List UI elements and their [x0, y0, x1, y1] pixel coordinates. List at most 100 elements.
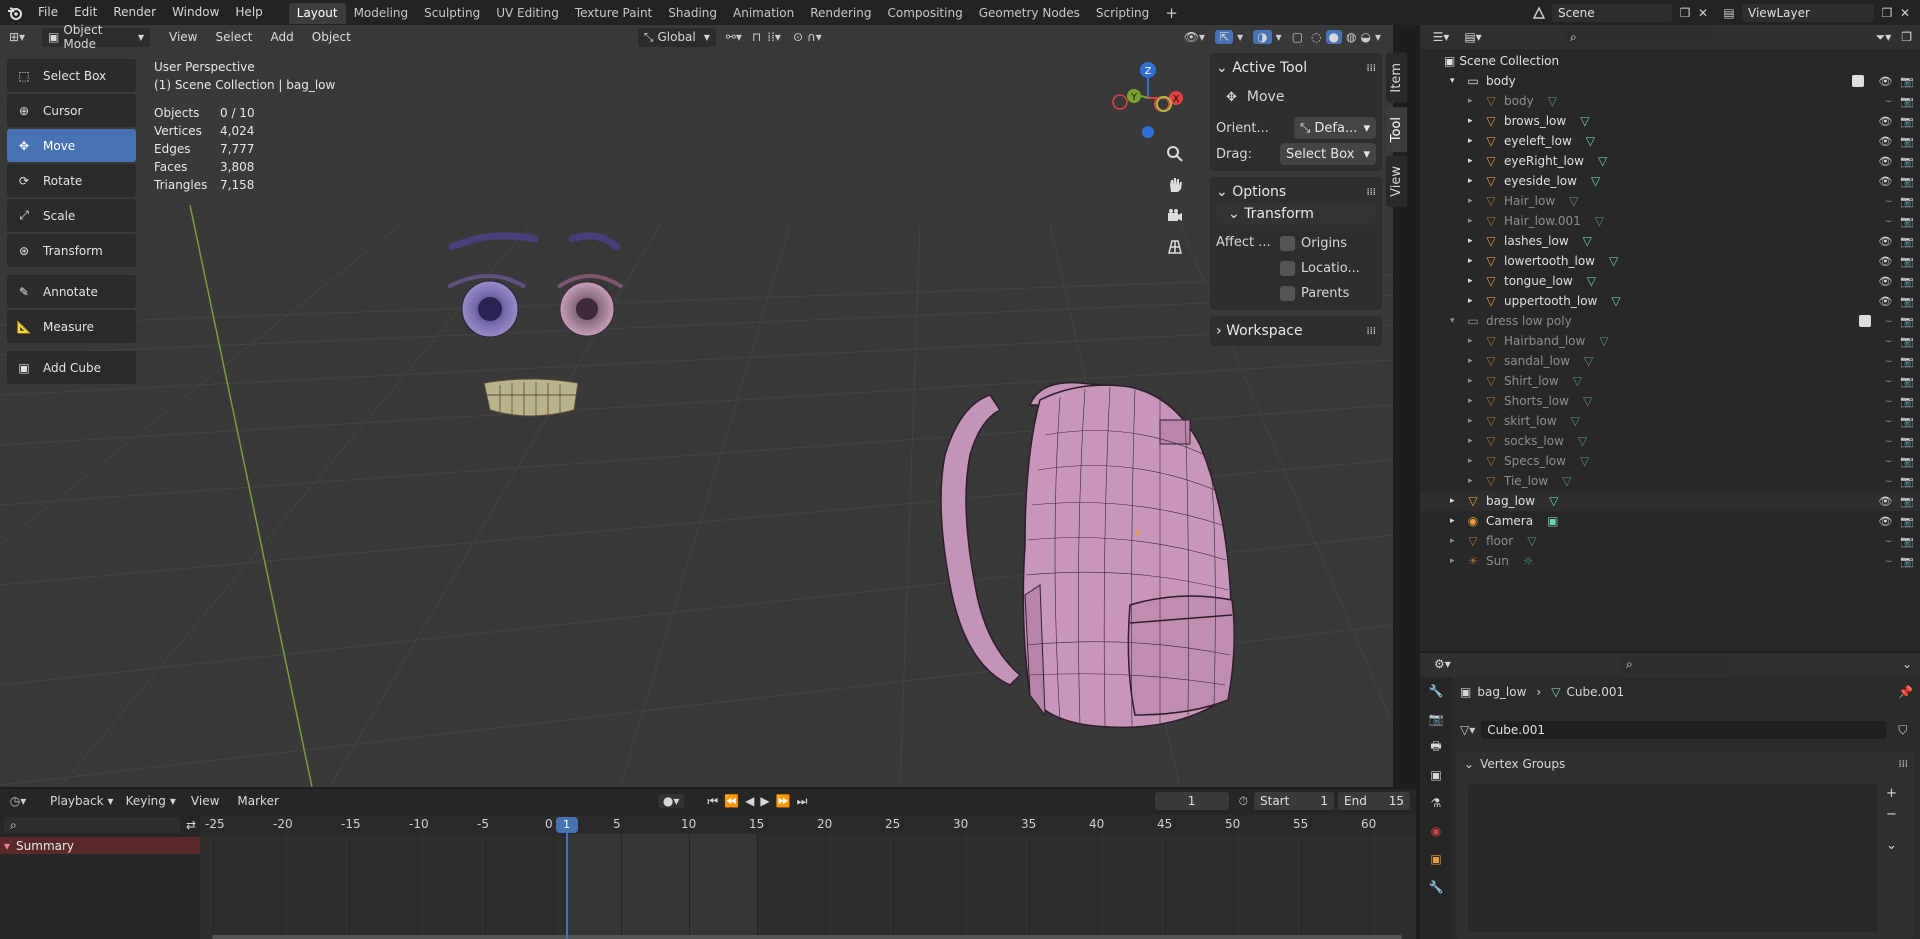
visibility-eye-icon[interactable]: 👁: [1878, 515, 1892, 528]
visibility-eye-icon[interactable]: 👁: [1878, 255, 1892, 268]
outliner-item[interactable]: ▸ ▽ Hair_low.001 ▽ ⌣ 📷: [1420, 211, 1920, 231]
breadcrumb-object[interactable]: bag_low: [1477, 685, 1526, 699]
tab-uv-editing[interactable]: UV Editing: [488, 3, 567, 24]
menu-render[interactable]: Render: [105, 0, 164, 25]
chevron-right-icon[interactable]: ▸: [1468, 396, 1482, 406]
outliner-item[interactable]: ▸ ▽ floor ▽ ⌣ 📷: [1420, 531, 1920, 551]
render-camera-icon[interactable]: 📷: [1900, 155, 1914, 168]
snap-target-icon[interactable]: ⁞⁞▾: [767, 30, 781, 44]
timeline-ruler[interactable]: -25 -20 -15 -10 -5 0 5 10 15 20 25 30 35 40 45 50 55 60: [200, 815, 1416, 834]
menu-select[interactable]: Select: [206, 30, 261, 44]
perspective-grid-icon[interactable]: [1161, 236, 1189, 258]
chevron-right-icon[interactable]: ▸: [1450, 516, 1464, 526]
outliner-item[interactable]: ▸ ▽ tongue_low ▽ 👁 📷: [1420, 271, 1920, 291]
menu-window[interactable]: Window: [164, 0, 227, 25]
chevron-right-icon[interactable]: ▸: [1468, 296, 1482, 306]
outliner-item[interactable]: ▸ ▽ bag_low ▽ 👁 📷: [1420, 491, 1920, 511]
tab-sculpting[interactable]: Sculpting: [416, 3, 488, 24]
drag-handle-icon[interactable]: ⁞⁞⁞: [1366, 326, 1376, 337]
render-camera-icon[interactable]: 📷: [1900, 495, 1914, 508]
visibility-eye-icon[interactable]: ⌣: [1885, 94, 1892, 108]
tool-add-cube[interactable]: ▣ Add Cube: [7, 351, 136, 384]
render-camera-icon[interactable]: 📷: [1900, 95, 1914, 108]
vertex-groups-list[interactable]: [1468, 784, 1878, 932]
overlay-toggle-icon[interactable]: ◑: [1253, 30, 1272, 44]
output-tab-icon[interactable]: 🖶: [1420, 733, 1452, 761]
summary-channel[interactable]: ▾ Summary: [0, 837, 200, 854]
visibility-eye-icon[interactable]: 👁: [1878, 275, 1892, 288]
render-camera-icon[interactable]: 📷: [1900, 255, 1914, 268]
tool-transform[interactable]: ⊛ Transform: [7, 234, 136, 267]
menu-view[interactable]: View: [182, 794, 228, 808]
scene-selector[interactable]: Scene: [1552, 3, 1672, 22]
keying-menu[interactable]: Keying ▾: [119, 791, 182, 811]
chevron-right-icon[interactable]: ▸: [1468, 216, 1482, 226]
render-camera-icon[interactable]: 📷: [1900, 395, 1914, 408]
proportional-edit-icon[interactable]: ⊙: [793, 30, 803, 44]
remove-vertex-group-button[interactable]: −: [1886, 807, 1897, 822]
wireframe-shading-icon[interactable]: ◌: [1311, 30, 1321, 44]
visibility-eye-icon[interactable]: 👁: [1878, 115, 1892, 128]
visibility-icon[interactable]: 👁▾: [1184, 30, 1205, 44]
collection-checkbox[interactable]: [1852, 75, 1865, 87]
chevron-right-icon[interactable]: ▸: [1468, 276, 1482, 286]
fake-user-shield-icon[interactable]: ⛉: [1898, 723, 1907, 738]
outliner-item[interactable]: ▸ ▽ socks_low ▽ ⌣ 📷: [1420, 431, 1920, 451]
end-frame-field[interactable]: End 15: [1338, 792, 1410, 810]
object-tab-icon[interactable]: ▣: [1420, 845, 1452, 873]
menu-marker[interactable]: Marker: [228, 794, 287, 808]
scene-tab-icon[interactable]: ⚗: [1420, 789, 1452, 817]
chevron-right-icon[interactable]: ▸: [1468, 336, 1482, 346]
falloff-icon[interactable]: ∩▾: [807, 30, 822, 44]
new-scene-icon[interactable]: ❐: [1676, 6, 1694, 20]
channel-search-input[interactable]: ⌕: [4, 817, 180, 833]
render-camera-icon[interactable]: 📷: [1900, 235, 1914, 248]
drag-dropdown[interactable]: Select Box ▾: [1280, 143, 1376, 165]
chevron-right-icon[interactable]: ▸: [1450, 556, 1464, 566]
tab-shading[interactable]: Shading: [660, 3, 725, 24]
render-camera-icon[interactable]: 📷: [1900, 475, 1914, 488]
render-camera-icon[interactable]: 📷: [1900, 375, 1914, 388]
menu-edit[interactable]: Edit: [66, 0, 105, 25]
visibility-eye-icon[interactable]: ⌣: [1885, 474, 1892, 488]
render-camera-icon[interactable]: 📷: [1900, 75, 1914, 88]
menu-view[interactable]: View: [160, 30, 206, 44]
render-camera-icon[interactable]: 📷: [1900, 275, 1914, 288]
menu-object[interactable]: Object: [303, 30, 360, 44]
tab-animation[interactable]: Animation: [725, 3, 802, 24]
chevron-right-icon[interactable]: ▸: [1468, 356, 1482, 366]
tool-move[interactable]: ✥ Move: [7, 129, 136, 162]
blender-logo-icon[interactable]: [6, 4, 24, 22]
chevron-right-icon[interactable]: ▸: [1468, 376, 1482, 386]
chevron-right-icon[interactable]: ▸: [1450, 536, 1464, 546]
render-camera-icon[interactable]: 📷: [1900, 115, 1914, 128]
editor-type-icon[interactable]: ☰▾: [1424, 30, 1458, 44]
render-camera-icon[interactable]: 📷: [1900, 515, 1914, 528]
view-layer-selector[interactable]: ViewLayer: [1742, 3, 1874, 22]
editor-type-icon[interactable]: ◷▾: [0, 794, 36, 808]
outliner-item[interactable]: ▾ ▭ dress low poly ⌣ 📷: [1420, 311, 1920, 331]
visibility-eye-icon[interactable]: 👁: [1878, 175, 1892, 188]
visibility-eye-icon[interactable]: 👁: [1878, 135, 1892, 148]
visibility-eye-icon[interactable]: ⌣: [1885, 214, 1892, 228]
render-tab-icon[interactable]: 📷: [1420, 705, 1452, 733]
add-vertex-group-button[interactable]: +: [1886, 786, 1897, 801]
overlay-menu-icon[interactable]: ▾: [1276, 30, 1282, 44]
vertex-group-menu-button[interactable]: ⌄: [1886, 838, 1897, 853]
breadcrumb-mesh[interactable]: Cube.001: [1566, 685, 1624, 699]
chevron-down-icon[interactable]: ▾: [1450, 76, 1464, 86]
zoom-icon[interactable]: [1161, 143, 1189, 165]
visibility-eye-icon[interactable]: ⌣: [1885, 454, 1892, 468]
outliner-item[interactable]: ▸ ▽ Shorts_low ▽ ⌣ 📷: [1420, 391, 1920, 411]
tab-view[interactable]: View: [1386, 155, 1407, 207]
visibility-eye-icon[interactable]: ⌣: [1885, 334, 1892, 348]
current-frame-field[interactable]: 1: [1154, 792, 1229, 810]
tab-rendering[interactable]: Rendering: [802, 3, 879, 24]
tool-measure[interactable]: 📐 Measure: [7, 310, 136, 343]
render-camera-icon[interactable]: 📷: [1900, 455, 1914, 468]
tab-modeling[interactable]: Modeling: [346, 3, 417, 24]
timeline-scrollbar[interactable]: [212, 935, 1402, 939]
render-camera-icon[interactable]: 📷: [1900, 195, 1914, 208]
locations-checkbox[interactable]: [1280, 261, 1295, 276]
outliner-item[interactable]: ▸ ▽ body ▽ ⌣ 📷: [1420, 91, 1920, 111]
